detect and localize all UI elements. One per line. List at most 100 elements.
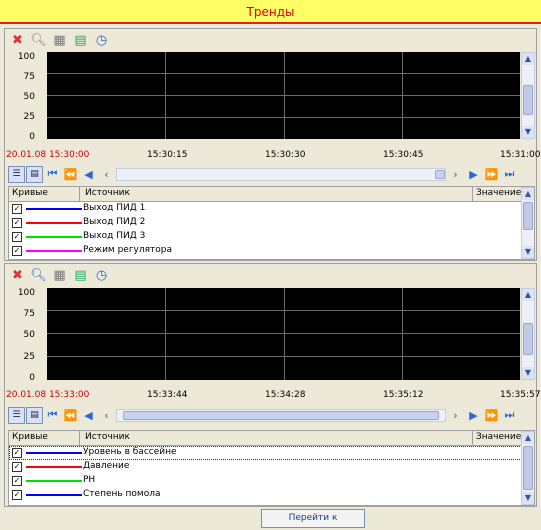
x-tick: 15:31:00 <box>500 150 541 160</box>
grid-line <box>47 310 520 311</box>
list-toggle-icon[interactable]: ▤ <box>26 406 43 424</box>
scroll-thumb[interactable] <box>523 323 533 355</box>
curve-color-line <box>26 494 82 496</box>
clear-icon[interactable]: ✖ <box>8 31 27 50</box>
scroll-right-icon[interactable]: › <box>447 166 464 183</box>
scroll-thumb[interactable] <box>523 202 533 230</box>
list-toggle-icon[interactable]: ▤ <box>26 165 43 183</box>
scroll-up-icon[interactable]: ▲ <box>522 53 534 65</box>
scroll-left-icon[interactable]: ‹ <box>98 407 115 424</box>
list-item[interactable]: ✓ Степень помола <box>9 488 534 502</box>
time-scroll-thumb[interactable] <box>123 410 439 420</box>
step-forward-icon[interactable]: ▶ <box>465 407 482 424</box>
curve-checkbox[interactable]: ✓ <box>12 490 22 500</box>
curve-checkbox[interactable]: ✓ <box>12 246 22 256</box>
list-vertical-scrollbar-1[interactable]: ▲ ▼ <box>521 187 534 259</box>
x-tick: 15:30:45 <box>383 150 424 160</box>
zoom-icon[interactable]: 🔍︎ <box>29 31 48 50</box>
goto-mnemonic-button[interactable]: Перейти к мнемосхеме <box>261 509 365 528</box>
go-start-icon[interactable]: ⏮ <box>44 407 61 424</box>
curve-name: Уровень в бассейне <box>83 447 177 457</box>
export-icon[interactable]: ▤ <box>71 31 90 50</box>
list-item[interactable]: ✓ Выход ПИД 3 <box>9 230 534 244</box>
list-item[interactable]: ✓ Режим регулятора <box>9 244 534 258</box>
col-source-header[interactable]: Источник <box>85 188 130 198</box>
scroll-up-icon[interactable]: ▲ <box>522 289 534 301</box>
export-icon[interactable]: ▤ <box>71 266 90 285</box>
col-curves-header[interactable]: Кривые <box>12 188 48 198</box>
y-tick: 25 <box>23 112 35 122</box>
col-value-header[interactable]: Значение <box>476 432 521 442</box>
scroll-left-icon[interactable]: ‹ <box>98 166 115 183</box>
divider <box>79 431 80 445</box>
scroll-down-icon[interactable]: ▼ <box>522 246 534 258</box>
trend-panel-1: ✖ 🔍︎ ▦ ▤ ◷ 100 75 50 25 0 ▲ ▼ 20.01.08 1… <box>4 28 541 261</box>
col-curves-header[interactable]: Кривые <box>12 432 48 442</box>
window-title-bar: Тренды <box>0 0 541 24</box>
go-end-icon[interactable]: ⏭ <box>501 166 518 183</box>
curve-checkbox[interactable]: ✓ <box>12 232 22 242</box>
trend-panel-2: ✖ 🔍︎ ▦ ▤ ◷ 100 75 50 25 0 ▲ ▼ 20.01.08 1… <box>4 263 540 507</box>
plot-vertical-scrollbar-1[interactable]: ▲ ▼ <box>521 52 535 139</box>
scroll-thumb[interactable] <box>523 446 533 490</box>
curve-checkbox[interactable]: ✓ <box>12 448 22 458</box>
go-end-icon[interactable]: ⏭ <box>501 407 518 424</box>
grid-line <box>47 333 520 334</box>
time-scroll-thumb[interactable] <box>435 169 445 179</box>
grid-icon[interactable]: ▦ <box>50 266 69 285</box>
y-tick: 100 <box>17 52 35 62</box>
trend-plot-area-1[interactable] <box>47 52 520 139</box>
scroll-up-icon[interactable]: ▲ <box>522 188 534 200</box>
scroll-thumb[interactable] <box>523 85 533 115</box>
curve-checkbox[interactable]: ✓ <box>12 462 22 472</box>
step-back-fast-icon[interactable]: ⏪ <box>62 166 79 183</box>
curve-name: Выход ПИД 2 <box>83 217 146 227</box>
x-tick: 15:30:15 <box>147 150 188 160</box>
col-value-header[interactable]: Значение <box>476 188 521 198</box>
legend-toggle-icon[interactable]: ☰ <box>8 165 25 183</box>
timer-icon[interactable]: ◷ <box>92 266 111 285</box>
grid-line <box>402 288 403 380</box>
time-scrollbar-1[interactable] <box>116 167 446 181</box>
list-vertical-scrollbar-2[interactable]: ▲ ▼ <box>521 431 534 505</box>
scroll-down-icon[interactable]: ▼ <box>522 367 534 379</box>
curve-checkbox[interactable]: ✓ <box>12 218 22 228</box>
curve-color-line <box>26 222 82 224</box>
grid-line <box>47 73 520 74</box>
curve-name: Давление <box>83 461 130 471</box>
divider <box>472 187 473 201</box>
curve-color-line <box>26 480 82 482</box>
curve-checkbox[interactable]: ✓ <box>12 204 22 214</box>
legend-toggle-icon[interactable]: ☰ <box>8 406 25 424</box>
timer-icon[interactable]: ◷ <box>92 31 111 50</box>
step-back-icon[interactable]: ◀ <box>80 407 97 424</box>
col-source-header[interactable]: Источник <box>85 432 130 442</box>
list-item[interactable]: ✓ Давление <box>9 460 534 474</box>
step-back-fast-icon[interactable]: ⏪ <box>62 407 79 424</box>
scroll-up-icon[interactable]: ▲ <box>522 432 534 444</box>
list-header: Кривые Источник Значение <box>9 187 534 202</box>
x-tick: 15:33:44 <box>147 390 188 400</box>
curve-checkbox[interactable]: ✓ <box>12 476 22 486</box>
curves-list-1: Кривые Источник Значение ✓ Выход ПИД 1 ✓… <box>8 186 535 260</box>
step-forward-fast-icon[interactable]: ⏩ <box>483 166 500 183</box>
list-item[interactable]: ✓ PH <box>9 474 534 488</box>
list-item[interactable]: ✓ Выход ПИД 2 <box>9 216 534 230</box>
curves-list-2: Кривые Источник Значение ✓ Уровень в бас… <box>8 430 535 506</box>
zoom-icon[interactable]: 🔍︎ <box>29 266 48 285</box>
list-item[interactable]: ✓ Уровень в бассейне <box>9 446 534 460</box>
scroll-down-icon[interactable]: ▼ <box>522 492 534 504</box>
plot-vertical-scrollbar-2[interactable]: ▲ ▼ <box>521 288 535 380</box>
step-back-icon[interactable]: ◀ <box>80 166 97 183</box>
scroll-right-icon[interactable]: › <box>447 407 464 424</box>
list-item[interactable]: ✓ Выход ПИД 1 <box>9 202 534 216</box>
scroll-down-icon[interactable]: ▼ <box>522 126 534 138</box>
grid-icon[interactable]: ▦ <box>50 31 69 50</box>
x-tick-start: 20.01.08 15:30:00 <box>6 150 90 160</box>
time-scrollbar-2[interactable] <box>116 408 446 422</box>
trend-plot-area-2[interactable] <box>47 288 520 380</box>
step-forward-fast-icon[interactable]: ⏩ <box>483 407 500 424</box>
step-forward-icon[interactable]: ▶ <box>465 166 482 183</box>
clear-icon[interactable]: ✖ <box>8 266 27 285</box>
go-start-icon[interactable]: ⏮ <box>44 166 61 183</box>
